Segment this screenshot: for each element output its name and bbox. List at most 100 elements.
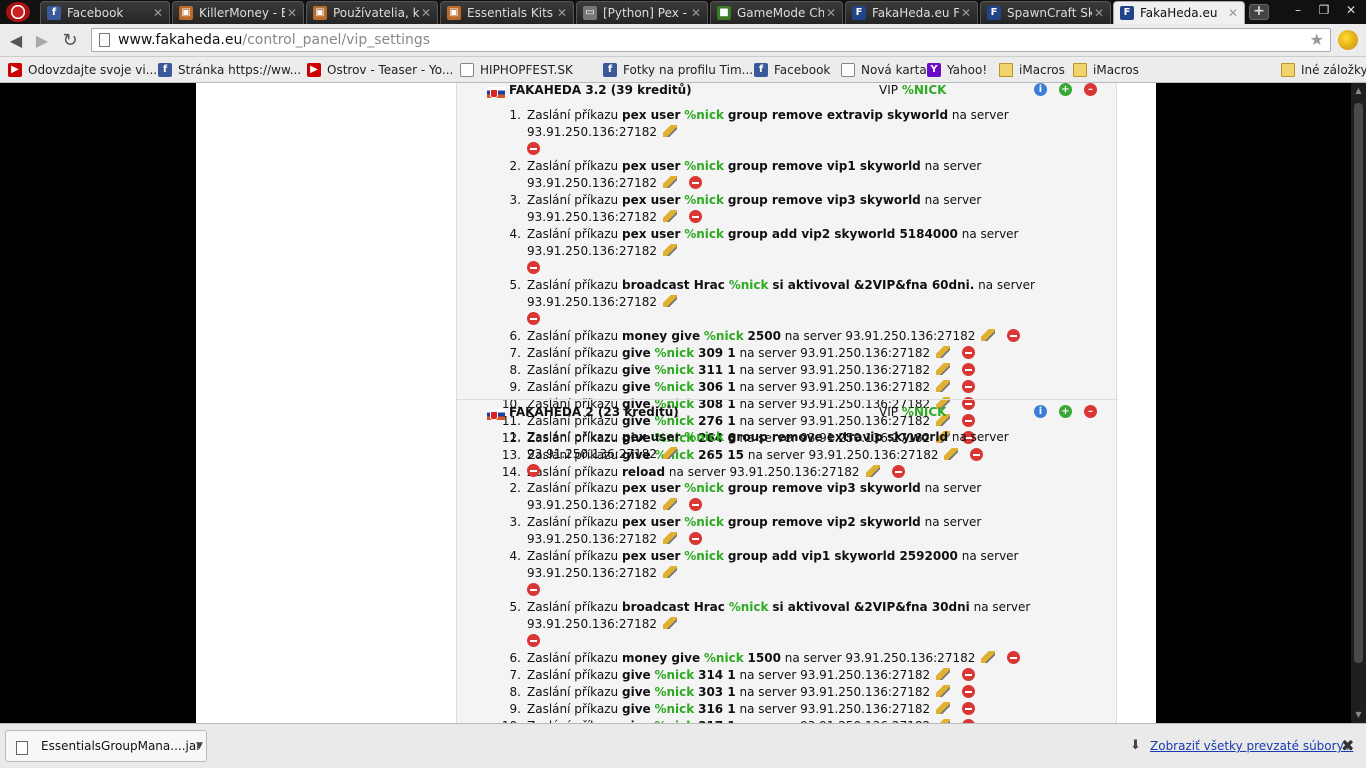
forward-button[interactable]: ▶ <box>31 30 53 52</box>
remove-icon[interactable] <box>527 312 540 325</box>
bookmark-item[interactable]: f Facebook <box>754 61 830 79</box>
remove-icon[interactable] <box>527 464 540 477</box>
scroll-up-icon[interactable]: ▲ <box>1354 87 1363 95</box>
remove-icon[interactable] <box>962 668 976 681</box>
scrollbar[interactable]: ▲ ▼ <box>1351 83 1366 723</box>
bookmark-item[interactable]: HIPHOPFEST.SK <box>460 61 573 79</box>
remove-icon[interactable] <box>962 380 976 393</box>
edit-pencil-icon[interactable] <box>663 210 678 222</box>
close-tab-icon[interactable]: ✕ <box>287 2 297 24</box>
delete-icon[interactable]: – <box>1084 83 1097 96</box>
edit-pencil-icon[interactable] <box>663 498 678 510</box>
tab-7[interactable]: F FakaHeda.eu Fó ✕ <box>845 1 978 24</box>
bookmark-label: HIPHOPFEST.SK <box>480 63 573 77</box>
info-icon[interactable]: i <box>1034 83 1047 96</box>
tab-1[interactable]: f Facebook ✕ <box>40 1 170 24</box>
add-icon[interactable]: + <box>1059 405 1072 418</box>
command-item: 1. Zaslání příkazu pex user %nick group r… <box>457 107 1097 158</box>
remove-icon[interactable] <box>689 176 703 189</box>
remove-icon[interactable] <box>689 498 703 511</box>
maximize-button[interactable]: ❐ <box>1310 0 1338 20</box>
tab-9[interactable]: F FakaHeda.eu ✕ <box>1113 1 1245 24</box>
bookmark-item[interactable]: ▶ Odovzdajte svoje vi... <box>8 61 157 79</box>
address-bar[interactable]: www.fakaheda.eu/control_panel/vip_settin… <box>91 28 1331 52</box>
edit-pencil-icon[interactable] <box>663 532 678 544</box>
edit-pencil-icon[interactable] <box>936 702 951 714</box>
remove-icon[interactable] <box>962 685 976 698</box>
close-tab-icon[interactable]: ✕ <box>557 2 567 24</box>
bookmark-label: iMacros <box>1019 63 1065 77</box>
close-tab-icon[interactable]: ✕ <box>153 2 163 24</box>
edit-pencil-icon[interactable] <box>936 380 951 392</box>
new-tab-button[interactable]: + <box>1249 4 1269 20</box>
back-button[interactable]: ◀ <box>5 30 27 52</box>
edit-pencil-icon[interactable] <box>663 617 678 629</box>
bookmark-item[interactable]: ▶ Ostrov - Teaser - Yo... <box>307 61 453 79</box>
edit-pencil-icon[interactable] <box>663 295 678 307</box>
remove-icon[interactable] <box>1007 329 1021 342</box>
close-tab-icon[interactable]: ✕ <box>1094 2 1104 24</box>
edit-pencil-icon[interactable] <box>663 244 678 256</box>
edit-pencil-icon[interactable] <box>936 363 951 375</box>
delete-icon[interactable]: – <box>1084 405 1097 418</box>
edit-pencil-icon[interactable] <box>936 346 951 358</box>
edit-pencil-icon[interactable] <box>663 447 678 459</box>
bookmark-item[interactable]: f Fotky na profilu Tim... <box>603 61 753 79</box>
edit-pencil-icon[interactable] <box>936 685 951 697</box>
add-icon[interactable]: + <box>1059 83 1072 96</box>
bookmark-item[interactable]: Y Yahoo! <box>927 61 987 79</box>
bookmark-item[interactable]: f Stránka https://ww... <box>158 61 301 79</box>
remove-icon[interactable] <box>962 702 976 715</box>
show-all-downloads-link[interactable]: Zobraziť všetky prevzaté súbory... <box>1150 724 1353 768</box>
remove-icon[interactable] <box>962 346 976 359</box>
tab-5[interactable]: ▭ [Python] Pex - P ✕ <box>576 1 708 24</box>
bookmark-item[interactable]: Nová karta <box>841 61 927 79</box>
tab-3[interactable]: ▣ Používatelia, kto✕ <box>306 1 438 24</box>
close-window-button[interactable]: ✕ <box>1337 0 1365 20</box>
close-tab-icon[interactable]: ✕ <box>691 2 701 24</box>
browser-logo-icon[interactable] <box>6 2 30 22</box>
download-item[interactable]: EssentialsGroupMana....jar ▼ <box>5 730 207 762</box>
edit-pencil-icon[interactable] <box>663 125 678 137</box>
close-tab-icon[interactable]: ✕ <box>1228 2 1238 24</box>
scrollbar-thumb[interactable] <box>1354 103 1363 663</box>
youtube-icon: ▶ <box>307 63 321 77</box>
close-tab-icon[interactable]: ✕ <box>961 2 971 24</box>
tab-2[interactable]: ▣ KillerMoney - Bu✕ <box>172 1 304 24</box>
remove-icon[interactable] <box>689 532 703 545</box>
edit-pencil-icon[interactable] <box>981 651 996 663</box>
tab-6[interactable]: ■ GameMode Cha ✕ <box>710 1 843 24</box>
close-download-bar-button[interactable]: ✖ <box>1341 736 1354 755</box>
download-menu-icon[interactable]: ▼ <box>196 731 203 761</box>
download-filename[interactable]: EssentialsGroupMana....jar <box>41 731 201 761</box>
remove-icon[interactable] <box>527 634 540 647</box>
bookmark-item[interactable]: Iné záložky <box>1281 61 1366 79</box>
remove-icon[interactable] <box>527 583 540 596</box>
minimize-button[interactable]: – <box>1284 0 1312 20</box>
scroll-down-icon[interactable]: ▼ <box>1354 711 1363 719</box>
edit-pencil-icon[interactable] <box>936 668 951 680</box>
command-name: pex user <box>621 108 681 122</box>
command-name: give <box>621 346 651 360</box>
extension-icon[interactable] <box>1338 30 1358 50</box>
bookmark-item[interactable]: iMacros <box>999 61 1065 79</box>
tab-8[interactable]: F SpawnCraft Skyl✕ <box>980 1 1111 24</box>
close-tab-icon[interactable]: ✕ <box>421 2 431 24</box>
remove-icon[interactable] <box>527 142 540 155</box>
tab-4[interactable]: ▣ Essentials Kits P ✕ <box>440 1 574 24</box>
command-number: 5. <box>509 600 521 614</box>
edit-pencil-icon[interactable] <box>981 329 996 341</box>
close-tab-icon[interactable]: ✕ <box>826 2 836 24</box>
edit-pencil-icon[interactable] <box>663 176 678 188</box>
remove-icon[interactable] <box>689 210 703 223</box>
remove-icon[interactable] <box>527 261 540 274</box>
command-name: give <box>621 685 651 699</box>
info-icon[interactable]: i <box>1034 405 1047 418</box>
remove-icon[interactable] <box>1007 651 1021 664</box>
url-text[interactable]: www.fakaheda.eu/control_panel/vip_settin… <box>118 29 430 51</box>
edit-pencil-icon[interactable] <box>663 566 678 578</box>
reload-button[interactable]: ↻ <box>59 30 81 52</box>
bookmark-star-icon[interactable]: ★ <box>1310 30 1324 49</box>
bookmark-item[interactable]: iMacros <box>1073 61 1139 79</box>
remove-icon[interactable] <box>962 363 976 376</box>
